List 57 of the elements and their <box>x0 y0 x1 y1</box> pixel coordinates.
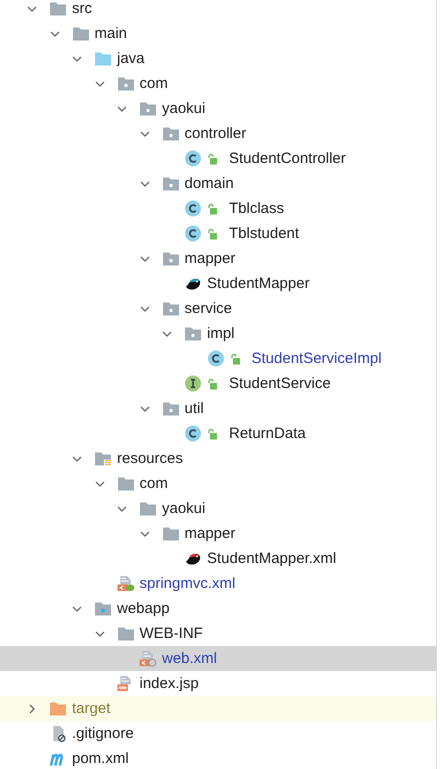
file-icon <box>116 575 134 592</box>
tree-item[interactable]: springmvc.xml <box>0 571 436 596</box>
folder-icon <box>116 625 134 642</box>
tree-item[interactable]: StudentMapper.xml <box>0 546 436 571</box>
class-icon <box>184 200 202 217</box>
class-icon <box>184 225 202 242</box>
tree-item[interactable]: web.xml <box>0 646 436 671</box>
folder-icon <box>116 75 134 92</box>
tree-item[interactable]: controller <box>0 121 436 146</box>
tree-item[interactable]: resources <box>0 446 436 471</box>
tree-item[interactable]: main <box>0 21 436 46</box>
tree-item[interactable]: java <box>0 46 436 71</box>
tree-item[interactable]: .gitignore <box>0 721 436 746</box>
tree-item[interactable]: StudentController <box>0 146 436 171</box>
folder-icon <box>162 300 180 317</box>
tree-item[interactable]: index.jsp <box>0 671 436 696</box>
tree-item[interactable]: service <box>0 296 436 321</box>
tree-item[interactable]: StudentService <box>0 371 436 396</box>
class-icon <box>206 350 224 367</box>
tree-item[interactable]: impl <box>0 321 436 346</box>
tree-item[interactable]: domain <box>0 171 436 196</box>
tree-item[interactable]: pom.xml <box>0 746 436 769</box>
folder-icon <box>162 525 180 542</box>
tree-item[interactable]: ReturnData <box>0 421 436 446</box>
tree-item[interactable]: StudentMapper <box>0 271 436 296</box>
tree-item[interactable]: util <box>0 396 436 421</box>
tree-item[interactable]: Tblstudent <box>0 221 436 246</box>
tree-item[interactable]: target <box>0 696 436 721</box>
folder-icon <box>162 250 180 267</box>
folder-icon <box>49 700 67 717</box>
tree-item[interactable]: mapper <box>0 521 436 546</box>
folder-icon <box>139 500 157 517</box>
folder-icon <box>184 325 202 342</box>
folder-icon <box>72 25 90 42</box>
folder-icon <box>162 125 180 142</box>
tree-item[interactable]: WEB-INF <box>0 621 436 646</box>
tree-item[interactable]: src <box>0 0 436 21</box>
folder-icon <box>94 600 112 617</box>
folder-icon <box>162 400 180 417</box>
tree-item[interactable]: com <box>0 71 436 96</box>
folder-icon <box>116 475 134 492</box>
tree-item[interactable]: com <box>0 471 436 496</box>
interface-icon <box>184 375 202 392</box>
folder-icon <box>162 175 180 192</box>
tree-item[interactable]: yaokui <box>0 96 436 121</box>
folder-icon <box>94 50 112 67</box>
file-icon <box>139 650 157 667</box>
tree-item[interactable]: webapp <box>0 596 436 621</box>
folder-icon <box>49 0 67 17</box>
class-icon <box>184 425 202 442</box>
tree-item[interactable]: StudentServiceImpl <box>0 346 436 371</box>
folder-icon <box>94 450 112 467</box>
tree-item[interactable]: mapper <box>0 246 436 271</box>
class-icon <box>184 150 202 167</box>
tree-item[interactable]: Tblclass <box>0 196 436 221</box>
tree-item[interactable]: yaokui <box>0 496 436 521</box>
folder-icon <box>139 100 157 117</box>
